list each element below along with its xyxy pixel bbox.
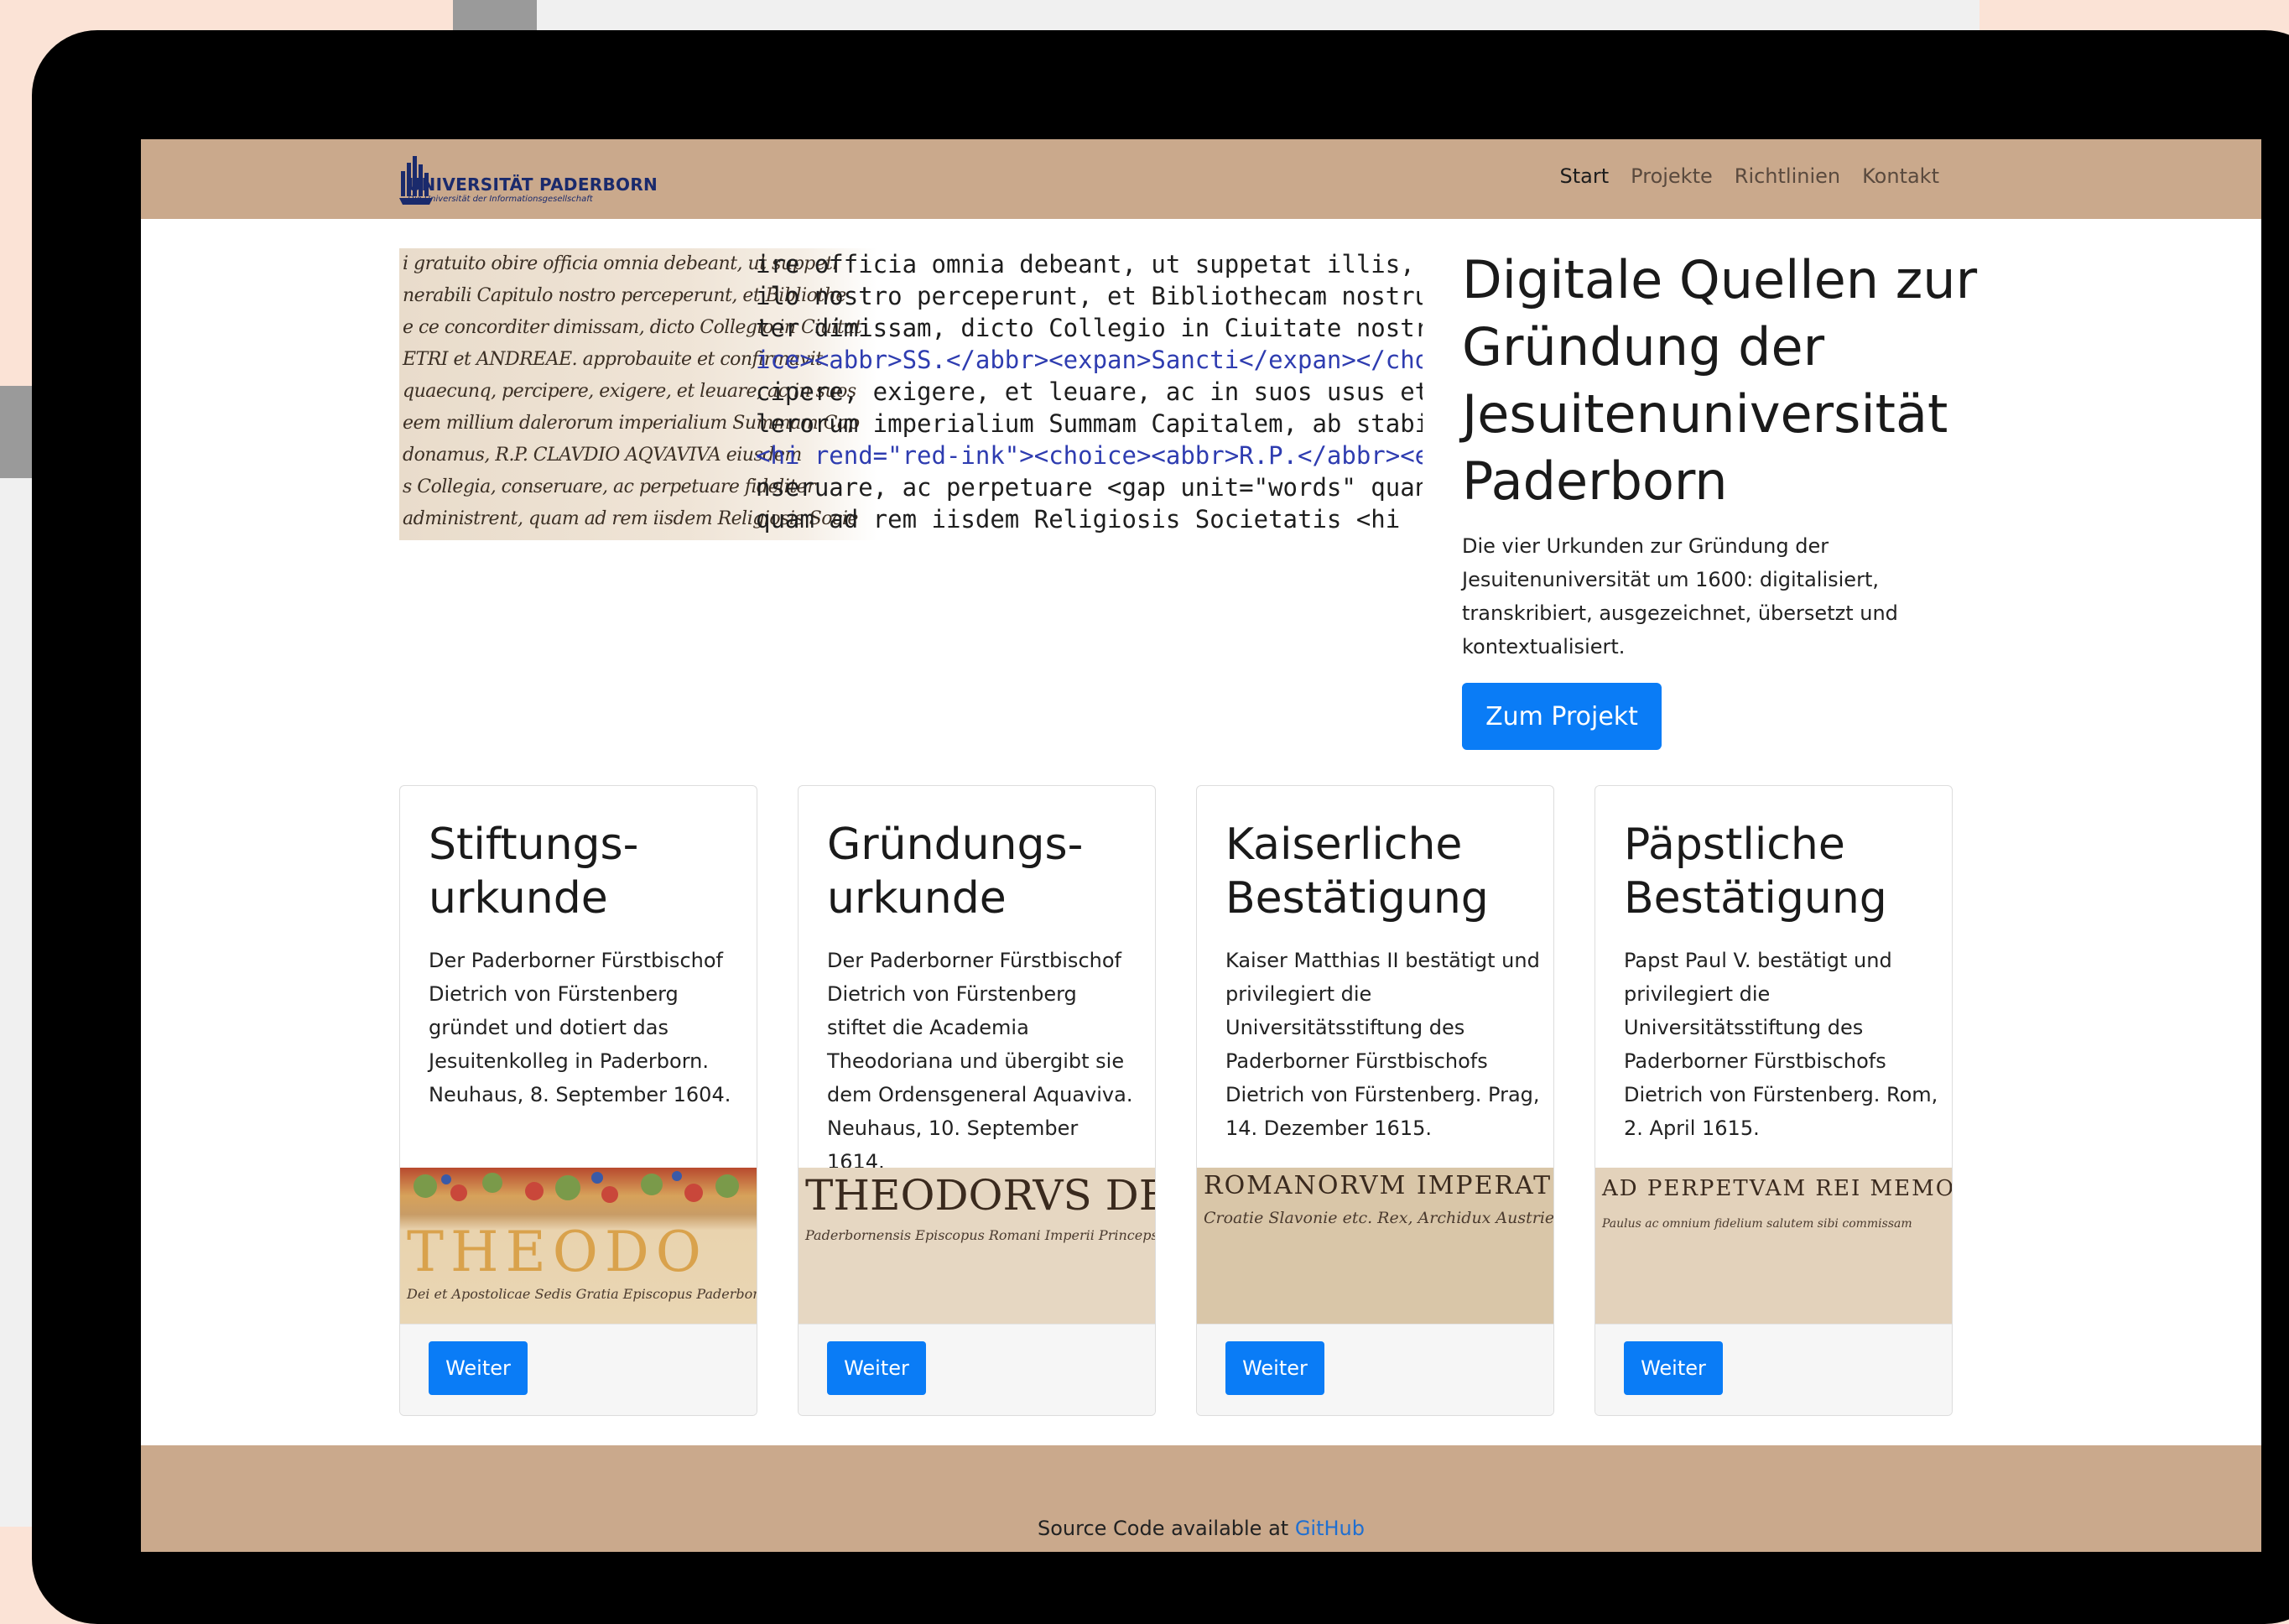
card-image: ROMANORVM IMPERAT Croatie Slavonie etc. … — [1197, 1168, 1553, 1324]
nav-link-projekte[interactable]: Projekte — [1631, 164, 1713, 188]
image-caption-script: Paderbornensis Episcopus Romani Imperii … — [805, 1227, 1155, 1243]
card-title-line: urkunde — [429, 873, 608, 924]
hero-image: i gratuito obire officia omnia debeant, … — [399, 248, 1423, 540]
footer-label: Source Code available at — [1037, 1517, 1295, 1540]
image-caption-capitals: THEODO — [407, 1220, 708, 1284]
card-image: AD PERPETVAM REI MEMORI Paulus ac omnium… — [1595, 1168, 1952, 1324]
github-link[interactable]: GitHub — [1295, 1517, 1365, 1540]
card-title-line: urkunde — [827, 873, 1007, 924]
card-footer: Weiter — [1595, 1324, 1952, 1415]
code-line: ter dimissam, dicto Collegio in Ciuitate… — [756, 314, 1423, 342]
background-gray-block-side — [0, 386, 34, 478]
card-text: Papst Paul V. bestätigt und privilegiert… — [1624, 949, 1938, 1140]
card-footer: Weiter — [799, 1324, 1155, 1415]
card-gruendungsurkunde: Gründungs- urkunde Der Paderborner Fürst… — [798, 785, 1156, 1416]
card-stiftungsurkunde: Stiftungs- urkunde Der Paderborner Fürst… — [399, 785, 757, 1416]
code-line: nseruare, ac perpetuare <gap unit="words… — [756, 473, 1423, 502]
code-line: lerorum imperialium Summam Capitalem, ab… — [756, 409, 1423, 438]
card-image: THEODORVS DEI ET Paderbornensis Episcopu… — [799, 1168, 1155, 1324]
image-caption-script: Paulus ac omnium fidelium salutem sibi c… — [1602, 1217, 1912, 1231]
card-footer: Weiter — [1197, 1324, 1553, 1415]
card-title-line: Bestätigung — [1624, 873, 1887, 924]
code-line: <hi rend="red-ink"><choice><abbr>R.P.</a… — [756, 441, 1423, 470]
nav-menu: Start Projekte Richtlinien Kontakt — [1560, 164, 1939, 188]
card-kaiserliche-bestaetigung: Kaiserliche Bestätigung Kaiser Matthias … — [1196, 785, 1554, 1416]
card-title: Stiftungs- urkunde — [429, 818, 747, 925]
card-title-line: Stiftungs- — [429, 820, 639, 870]
weiter-button[interactable]: Weiter — [1624, 1341, 1723, 1395]
nav-link-richtlinien[interactable]: Richtlinien — [1735, 164, 1840, 188]
card-title-line: Päpstliche — [1624, 820, 1845, 870]
code-line: ice><abbr>SS.</abbr><expan>Sancti</expan… — [756, 346, 1423, 374]
image-caption-capitals: THEODORVS DEI ET — [805, 1171, 1155, 1220]
image-caption-script: Dei et Apostolicae Sedis Gratia Episcopu… — [407, 1286, 757, 1302]
laptop-frame: UNIVERSITÄT PADERBORN Die Universität de… — [32, 30, 2289, 1624]
code-line: quam ad rem iisdem Religiosis Societatis… — [756, 505, 1401, 534]
background-gray-block-top — [453, 0, 537, 34]
xml-transcription: ire officia omnia debeant, ut suppetat i… — [756, 248, 1423, 540]
background-panel-side — [0, 386, 34, 1527]
footer-text: Source Code available at GitHub — [141, 1517, 2261, 1540]
image-caption-script: Croatie Slavonie etc. Rex, Archidux Aust… — [1204, 1209, 1553, 1227]
weiter-button[interactable]: Weiter — [429, 1341, 528, 1395]
card-title-line: Bestätigung — [1225, 873, 1489, 924]
ornament-icon — [414, 1171, 739, 1203]
card-title-line: Gründungs- — [827, 820, 1084, 870]
card-image: THEODO Dei et Apostolicae Sedis Gratia E… — [400, 1168, 757, 1324]
navbar: UNIVERSITÄT PADERBORN Die Universität de… — [141, 139, 2261, 219]
weiter-button[interactable]: Weiter — [1225, 1341, 1324, 1395]
code-line: ilo nostro perceperunt, et Bibliothecam … — [756, 282, 1423, 310]
browser-viewport: UNIVERSITÄT PADERBORN Die Universität de… — [141, 139, 2261, 1552]
logo-name[interactable]: UNIVERSITÄT PADERBORN — [408, 174, 658, 195]
card-title: Gründungs- urkunde — [827, 818, 1146, 925]
image-caption-capitals: AD PERPETVAM REI MEMORI — [1602, 1176, 1952, 1201]
page-title: Digitale Quellen zur Gründung der Jesuit… — [1462, 249, 1978, 512]
zum-projekt-button[interactable]: Zum Projekt — [1462, 683, 1662, 750]
nav-link-kontakt[interactable]: Kontakt — [1862, 164, 1939, 188]
card-title: Kaiserliche Bestätigung — [1225, 818, 1544, 925]
weiter-button[interactable]: Weiter — [827, 1341, 926, 1395]
card-title: Päpstliche Bestätigung — [1624, 818, 1943, 925]
card-title-line: Kaiserliche — [1225, 820, 1463, 870]
card-footer: Weiter — [400, 1324, 757, 1415]
card-text: Der Paderborner Fürstbischof Dietrich vo… — [827, 949, 1133, 1174]
card-text: Kaiser Matthias II bestätigt und privile… — [1225, 949, 1540, 1140]
code-line: cipere, exigere, et leuare, ac in suos u… — [756, 377, 1423, 406]
nav-link-start[interactable]: Start — [1560, 164, 1610, 188]
image-caption-capitals: ROMANORVM IMPERAT — [1204, 1171, 1553, 1200]
background-panel-top — [453, 0, 1979, 34]
hero-description: Die vier Urkunden zur Gründung der Jesui… — [1462, 534, 1898, 658]
page-footer: Source Code available at GitHub — [141, 1445, 2261, 1552]
code-line: ire officia omnia debeant, ut suppetat i… — [756, 250, 1423, 278]
card-text: Der Paderborner Fürstbischof Dietrich vo… — [429, 949, 731, 1106]
card-paepstliche-bestaetigung: Päpstliche Bestätigung Papst Paul V. bes… — [1594, 785, 1953, 1416]
logo-tagline: Die Universität der Informationsgesellsc… — [408, 195, 593, 204]
